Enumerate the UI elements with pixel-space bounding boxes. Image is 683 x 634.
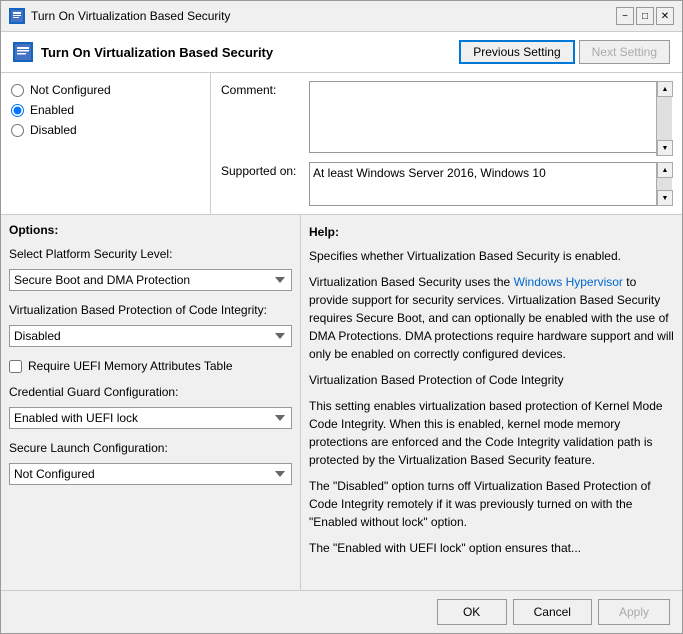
main-window: Turn On Virtualization Based Security − … xyxy=(0,0,683,634)
uefi-checkbox[interactable] xyxy=(9,360,22,373)
supported-content: At least Windows Server 2016, Windows 10 xyxy=(309,162,672,206)
comment-textarea[interactable] xyxy=(309,81,672,153)
title-bar: Turn On Virtualization Based Security − … xyxy=(1,1,682,32)
supported-scrollbar: ▲ ▼ xyxy=(656,162,672,206)
ok-button[interactable]: OK xyxy=(437,599,507,625)
radio-disabled[interactable]: Disabled xyxy=(11,123,200,137)
supported-scroll-up[interactable]: ▲ xyxy=(657,162,673,178)
radio-disabled-input[interactable] xyxy=(11,124,24,137)
radio-not-configured[interactable]: Not Configured xyxy=(11,83,200,97)
title-bar-left: Turn On Virtualization Based Security xyxy=(9,8,230,24)
help-para-2: Virtualization Based Protection of Code … xyxy=(309,371,674,389)
help-panel: Help: Specifies whether Virtualization B… xyxy=(301,215,682,590)
supported-wrapper: At least Windows Server 2016, Windows 10… xyxy=(309,162,672,206)
close-button[interactable]: ✕ xyxy=(656,7,674,25)
apply-button[interactable]: Apply xyxy=(598,599,670,625)
help-title: Help: xyxy=(309,223,674,241)
radio-enabled[interactable]: Enabled xyxy=(11,103,200,117)
uefi-checkbox-label: Require UEFI Memory Attributes Table xyxy=(28,359,233,373)
supported-scroll-track xyxy=(657,178,672,190)
comment-label: Comment: xyxy=(221,81,301,97)
window-title: Turn On Virtualization Based Security xyxy=(31,9,230,23)
options-title: Options: xyxy=(9,223,292,237)
radio-panel: Not Configured Enabled Disabled xyxy=(1,73,211,214)
maximize-button[interactable]: □ xyxy=(636,7,654,25)
radio-enabled-label: Enabled xyxy=(30,103,74,117)
credential-guard-dropdown[interactable]: Disabled Enabled with UEFI lock Enabled … xyxy=(9,407,292,429)
secure-launch-label: Secure Launch Configuration: xyxy=(9,441,292,455)
radio-group: Not Configured Enabled Disabled xyxy=(11,83,200,137)
comment-wrapper: ▲ ▼ xyxy=(309,81,672,156)
minimize-button[interactable]: − xyxy=(616,7,634,25)
help-para-4: The "Disabled" option turns off Virtuali… xyxy=(309,477,674,531)
supported-label: Supported on: xyxy=(221,162,301,178)
comment-scroll-track xyxy=(657,97,672,140)
help-para-3: This setting enables virtualization base… xyxy=(309,397,674,469)
top-section: Not Configured Enabled Disabled Comment: xyxy=(1,73,682,215)
supported-row: Supported on: At least Windows Server 20… xyxy=(221,162,672,206)
radio-not-configured-label: Not Configured xyxy=(30,83,111,97)
header-icon xyxy=(13,42,33,62)
supported-scroll-down[interactable]: ▼ xyxy=(657,190,673,206)
secure-launch-dropdown[interactable]: Not Configured Disabled Enabled xyxy=(9,463,292,485)
platform-label: Select Platform Security Level: xyxy=(9,247,292,261)
code-integrity-label: Virtualization Based Protection of Code … xyxy=(9,303,292,317)
comment-scroll-up[interactable]: ▲ xyxy=(657,81,673,97)
options-panel: Options: Select Platform Security Level:… xyxy=(1,215,301,590)
header-title: Turn On Virtualization Based Security xyxy=(41,45,273,60)
code-integrity-dropdown[interactable]: Disabled Enabled without lock Enabled wi… xyxy=(9,325,292,347)
cancel-button[interactable]: Cancel xyxy=(513,599,592,625)
header-bar: Turn On Virtualization Based Security Pr… xyxy=(1,32,682,73)
comment-row: Comment: ▲ ▼ xyxy=(221,81,672,156)
hypervisor-link[interactable]: Windows Hypervisor xyxy=(514,275,623,289)
help-para-0: Specifies whether Virtualization Based S… xyxy=(309,247,674,265)
two-panel: Options: Select Platform Security Level:… xyxy=(1,215,682,590)
help-para-5: The "Enabled with UEFI lock" option ensu… xyxy=(309,539,674,557)
right-fields: Comment: ▲ ▼ Supported on: At least Wind… xyxy=(211,73,682,214)
comment-scroll-down[interactable]: ▼ xyxy=(657,140,673,156)
radio-disabled-label: Disabled xyxy=(30,123,77,137)
previous-setting-button[interactable]: Previous Setting xyxy=(459,40,574,64)
comment-scrollbar: ▲ ▼ xyxy=(656,81,672,156)
credential-guard-label: Credential Guard Configuration: xyxy=(9,385,292,399)
radio-enabled-input[interactable] xyxy=(11,104,24,117)
main-content: Not Configured Enabled Disabled Comment: xyxy=(1,73,682,590)
title-bar-controls: − □ ✕ xyxy=(616,7,674,25)
help-para-1: Virtualization Based Security uses the W… xyxy=(309,273,674,363)
bottom-bar: OK Cancel Apply xyxy=(1,590,682,633)
header-buttons: Previous Setting Next Setting xyxy=(459,40,670,64)
radio-not-configured-input[interactable] xyxy=(11,84,24,97)
header-title-area: Turn On Virtualization Based Security xyxy=(13,42,273,62)
next-setting-button[interactable]: Next Setting xyxy=(579,40,670,64)
platform-dropdown[interactable]: Secure Boot only Secure Boot and DMA Pro… xyxy=(9,269,292,291)
title-icon xyxy=(9,8,25,24)
uefi-checkbox-row: Require UEFI Memory Attributes Table xyxy=(9,359,292,373)
